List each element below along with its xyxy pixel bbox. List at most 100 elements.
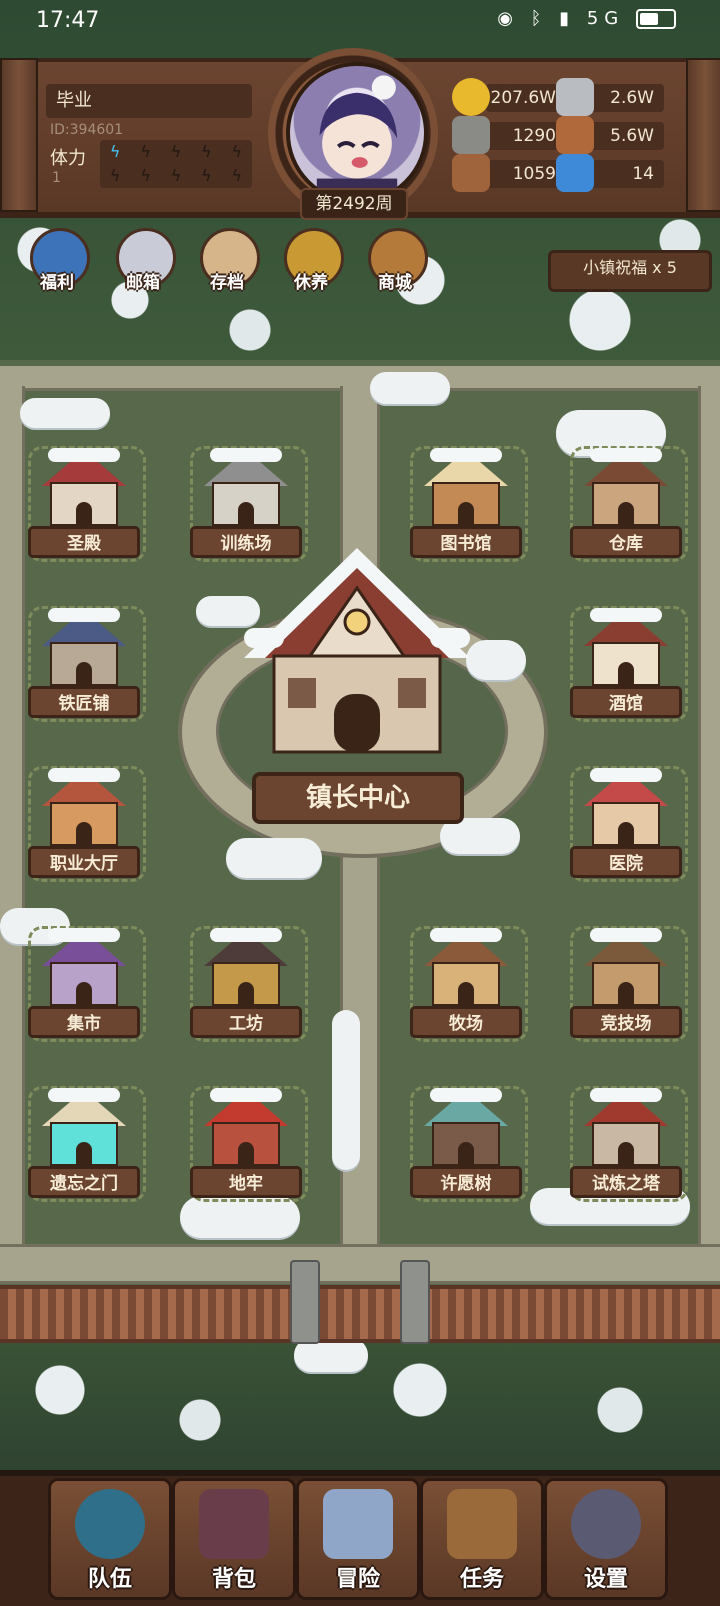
quick-save-button[interactable]: 存档 bbox=[192, 228, 262, 300]
snow-cap bbox=[590, 608, 662, 622]
quick-shop-button[interactable]: 商城 bbox=[360, 228, 430, 300]
snow-cap bbox=[48, 608, 120, 622]
blue-crystal-icon bbox=[556, 154, 594, 192]
avatar[interactable] bbox=[286, 62, 428, 204]
building-label: 遗忘之门 bbox=[28, 1166, 140, 1198]
stamina-bolt-icon: ϟ bbox=[140, 142, 151, 161]
building-label: 试炼之塔 bbox=[570, 1166, 682, 1198]
network-type: 5G bbox=[586, 8, 625, 29]
building-label: 铁匠铺 bbox=[28, 686, 140, 718]
snow-cap bbox=[590, 448, 662, 462]
player-name[interactable]: 毕业 bbox=[46, 84, 252, 118]
quick-mailbox-button[interactable]: 邮箱 bbox=[108, 228, 178, 300]
town-hall-label[interactable]: 镇长中心 bbox=[252, 772, 464, 824]
door bbox=[76, 822, 92, 846]
hospital-icon bbox=[584, 768, 668, 846]
leather-icon bbox=[556, 116, 594, 154]
quick-rest-button[interactable]: 休养 bbox=[276, 228, 346, 300]
building-label: 医院 bbox=[570, 846, 682, 878]
town-fence bbox=[0, 1285, 720, 1343]
eye-icon: ◉ bbox=[497, 8, 519, 29]
snow-cap bbox=[590, 768, 662, 782]
building-library[interactable]: 图书馆 bbox=[406, 440, 528, 564]
town-blessing-button[interactable]: 小镇祝福 x 5 bbox=[548, 250, 712, 292]
nav-adventure-button[interactable]: 冒险 bbox=[296, 1478, 420, 1600]
battery-icon bbox=[636, 9, 676, 29]
library-icon bbox=[424, 448, 508, 526]
door bbox=[238, 1142, 254, 1166]
resource-value: 5.6W bbox=[590, 122, 664, 150]
building-forgotten-gate[interactable]: 遗忘之门 bbox=[24, 1080, 146, 1204]
building-label: 集市 bbox=[28, 1006, 140, 1038]
door bbox=[618, 662, 634, 686]
snow-cap bbox=[430, 928, 502, 942]
building-label: 仓库 bbox=[570, 526, 682, 558]
snow-patch bbox=[466, 640, 526, 680]
building-training-ground[interactable]: 训练场 bbox=[186, 440, 308, 564]
building-dungeon[interactable]: 地牢 bbox=[186, 1080, 308, 1204]
building-warehouse[interactable]: 仓库 bbox=[566, 440, 688, 564]
building-workshop[interactable]: 工坊 bbox=[186, 920, 308, 1044]
door bbox=[618, 822, 634, 846]
building-arena[interactable]: 竞技场 bbox=[566, 920, 688, 1044]
header-post-right bbox=[686, 58, 720, 212]
snow-cap bbox=[210, 448, 282, 462]
town-hall-building[interactable] bbox=[244, 548, 470, 758]
stamina-bar[interactable]: ϟϟϟϟϟϟϟϟϟϟ bbox=[100, 140, 252, 188]
gear-icon bbox=[571, 1489, 641, 1559]
building-job-hall[interactable]: 职业大厅 bbox=[24, 760, 146, 884]
building-trial-tower[interactable]: 试炼之塔 bbox=[566, 1080, 688, 1204]
quick-welfare-button[interactable]: 福利 bbox=[22, 228, 92, 300]
door bbox=[458, 502, 474, 526]
tavern-icon bbox=[584, 608, 668, 686]
nav-bag-button[interactable]: 背包 bbox=[172, 1478, 296, 1600]
building-hospital[interactable]: 医院 bbox=[566, 760, 688, 884]
snow-cap bbox=[430, 1088, 502, 1102]
status-icons: ◉ ᛒ ▮ 5G bbox=[497, 8, 676, 29]
quick-label: 存档 bbox=[210, 273, 244, 293]
nav-label: 冒险 bbox=[335, 1567, 380, 1592]
building-label: 地牢 bbox=[190, 1166, 302, 1198]
gate-post-right bbox=[400, 1260, 430, 1344]
building-label: 酒馆 bbox=[570, 686, 682, 718]
door bbox=[76, 502, 92, 526]
resource-value: 2.6W bbox=[590, 84, 664, 112]
snow-cap bbox=[210, 928, 282, 942]
building-tavern[interactable]: 酒馆 bbox=[566, 600, 688, 724]
building-market[interactable]: 集市 bbox=[24, 920, 146, 1044]
stamina-bolt-icon: ϟ bbox=[231, 142, 243, 161]
nav-label: 设置 bbox=[583, 1567, 628, 1592]
snow-patch bbox=[332, 1010, 360, 1170]
quick-label: 福利 bbox=[40, 273, 74, 293]
quick-label: 邮箱 bbox=[126, 273, 160, 293]
nav-label: 背包 bbox=[211, 1567, 256, 1592]
door bbox=[76, 662, 92, 686]
town-hall-icon bbox=[244, 548, 470, 754]
building-wishing-tree[interactable]: 许愿树 bbox=[406, 1080, 528, 1204]
stamina-bolt-icon: ϟ bbox=[231, 166, 243, 185]
door bbox=[618, 982, 634, 1006]
stamina-bolt-icon: ϟ bbox=[201, 142, 212, 161]
helmet-icon bbox=[75, 1489, 145, 1559]
building-blacksmith[interactable]: 铁匠铺 bbox=[24, 600, 146, 724]
status-time: 17:47 bbox=[36, 8, 100, 33]
signal-icon: ▮ bbox=[559, 8, 576, 29]
snow-patch bbox=[226, 838, 322, 878]
bluetooth-icon: ᛒ bbox=[530, 8, 548, 29]
stamina-bolt-icon: ϟ bbox=[109, 166, 121, 185]
snow-cap bbox=[590, 928, 662, 942]
training-ground-icon bbox=[204, 448, 288, 526]
snow-cap bbox=[48, 928, 120, 942]
resource-value: 1059 bbox=[486, 160, 566, 188]
nav-settings-button[interactable]: 设置 bbox=[544, 1478, 668, 1600]
building-holy-hall[interactable]: 圣殿 bbox=[24, 440, 146, 564]
gate-post-left bbox=[290, 1260, 320, 1344]
door bbox=[238, 502, 254, 526]
nav-quest-button[interactable]: 任务 bbox=[420, 1478, 544, 1600]
door bbox=[618, 1142, 634, 1166]
holy-hall-icon bbox=[42, 448, 126, 526]
stamina-bolt-icon: ϟ bbox=[170, 166, 182, 185]
nav-team-button[interactable]: 队伍 bbox=[48, 1478, 172, 1600]
building-ranch[interactable]: 牧场 bbox=[406, 920, 528, 1044]
resource-value: 14 bbox=[590, 160, 664, 188]
